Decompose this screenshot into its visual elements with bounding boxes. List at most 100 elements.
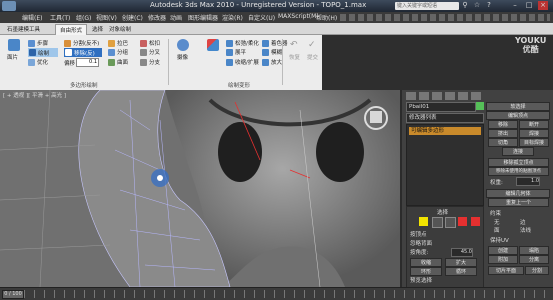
menu-group[interactable]: 组(G) <box>76 13 91 22</box>
selection-title[interactable]: 选择 <box>437 208 448 216</box>
tool-c2-label: 分组 <box>117 50 129 56</box>
weld-button[interactable]: 焊接 <box>519 129 549 138</box>
object-name-field[interactable]: Pbail01 <box>406 102 476 112</box>
tab-object-paint[interactable]: 对象绘制 <box>105 24 135 34</box>
remove-isolated-button[interactable]: 移除孤立顶点 <box>488 158 549 167</box>
extrude-button[interactable]: 挤出 <box>488 129 518 138</box>
brush-tool-button[interactable] <box>204 39 222 63</box>
tab-freeform[interactable]: 自由形式 <box>55 24 88 35</box>
grow-button[interactable]: 扩大 <box>445 258 477 267</box>
tool-draw[interactable]: 绘制 <box>28 48 58 57</box>
create-button[interactable]: 创建 <box>488 246 518 255</box>
menu-customize[interactable]: 自定义(U) <box>248 13 275 22</box>
watermark-line2: 优酷 <box>522 45 539 54</box>
draw-icon <box>29 49 36 56</box>
attach-button[interactable]: 附加 <box>488 255 518 264</box>
soft-selection-rollout[interactable]: 软选择 <box>486 102 550 111</box>
modifier-stack: 可编辑多边形 <box>406 124 484 206</box>
by-vertex-checkbox[interactable]: 按顶点 <box>410 230 427 238</box>
menu-help[interactable]: 帮助(H) <box>316 13 337 22</box>
constraint-normal[interactable]: 法线 <box>520 226 531 234</box>
menu-rendering[interactable]: 渲染(R) <box>222 13 243 22</box>
split-checkbox[interactable]: 分割 <box>525 266 549 275</box>
polygon-mode-icon[interactable] <box>458 217 467 226</box>
star-icon[interactable]: ☆ <box>472 1 482 10</box>
chamfer-button[interactable]: 切角 <box>488 138 518 147</box>
shrink-button[interactable]: 收缩 <box>410 258 442 267</box>
shift-tool-button[interactable]: 摄像 <box>174 39 192 63</box>
cmd-tabs <box>406 92 482 100</box>
polygon-icon <box>8 39 20 51</box>
constraint-none[interactable]: 无 <box>494 218 500 226</box>
menu-modifiers[interactable]: 修改器 <box>148 13 166 22</box>
amplify-icon <box>262 59 269 66</box>
polygon-draw-button[interactable]: 面片 <box>4 39 24 63</box>
constraint-edge[interactable]: 边 <box>520 218 526 226</box>
loop-button[interactable]: 循环 <box>445 267 477 276</box>
menu-maxscript[interactable]: MAXScript(M) <box>278 13 319 20</box>
slice-plane-button[interactable]: 切片平面 <box>488 266 524 275</box>
modifier-list-dropdown[interactable]: 修改器列表 <box>406 113 484 123</box>
preserve-uv-checkbox[interactable]: 保持UV <box>490 236 509 244</box>
object-color-swatch[interactable] <box>476 102 484 110</box>
detach-button[interactable]: 分离 <box>519 255 549 264</box>
menu-animation[interactable]: 动画 <box>170 13 182 22</box>
split-icon <box>64 40 71 47</box>
offset-label: 偏移 <box>64 61 76 67</box>
edit-geometry-rollout[interactable]: 编辑几何体 <box>486 189 550 198</box>
ignore-backface-checkbox[interactable]: 忽略背面 <box>410 239 432 247</box>
time-slider[interactable]: 0 / 100 <box>2 290 24 299</box>
collapse-button[interactable]: 塌陷 <box>519 246 549 255</box>
edit-vertices-rollout[interactable]: 编辑顶点 <box>486 111 550 120</box>
close-icon[interactable]: × <box>538 1 548 10</box>
weight-spinner[interactable]: 1.0 <box>516 177 540 186</box>
maximize-icon[interactable]: □ <box>524 1 534 10</box>
target-weld-button[interactable]: 目标焊接 <box>519 138 549 147</box>
tool-draw-label: 绘制 <box>38 51 50 57</box>
minimize-icon[interactable]: – <box>510 1 520 10</box>
stack-item-editable-poly[interactable]: 可编辑多边形 <box>409 127 481 135</box>
section-paint-deform-label: 绘制变形 <box>228 83 251 89</box>
menu-graph-editors[interactable]: 图形编辑器 <box>188 13 218 22</box>
brush-icon <box>207 39 219 51</box>
angle-spinner[interactable]: 45.0 <box>451 248 473 257</box>
app-logo-icon[interactable] <box>2 1 16 11</box>
menu-create[interactable]: 创建(C) <box>122 13 143 22</box>
tool-step-label: 步骤 <box>37 41 49 47</box>
ring-button[interactable]: 环形 <box>410 267 442 276</box>
border-mode-icon[interactable] <box>445 217 456 228</box>
remove-button[interactable]: 移除 <box>488 120 518 129</box>
selection-rollout: 选择 按顶点 忽略背面 按角度: 45.0 收缩 扩大 环形 循环 预览选择 <box>406 206 484 288</box>
edge-mode-icon[interactable] <box>432 217 443 228</box>
remove-icon <box>65 49 72 56</box>
timeline[interactable]: 0 / 100 <box>0 287 553 300</box>
by-angle-checkbox[interactable]: 按角度: <box>410 248 428 256</box>
shader-icon <box>262 40 269 47</box>
search-input[interactable]: 键入关键字或短语 <box>395 2 459 10</box>
flatten-icon <box>226 49 233 56</box>
ribbon-tabs: 石墨建模工具 自由形式 选择 对象绘制 <box>0 23 553 35</box>
menu-view[interactable]: 视图(V) <box>96 13 117 22</box>
connect-button[interactable]: 连接 <box>502 147 534 156</box>
tool-remove[interactable]: 移除(反) <box>64 48 102 57</box>
repeat-last-button[interactable]: 重复上一个 <box>488 198 549 207</box>
help-icon[interactable]: ? <box>484 1 494 10</box>
vertex-mode-icon[interactable] <box>419 217 428 226</box>
commit-icon: ✓ <box>308 40 316 50</box>
offset-spinner[interactable]: 0.1 <box>76 58 99 67</box>
remove-unused-button[interactable]: 移除未使用的贴图顶点 <box>488 167 549 176</box>
time-slider-frame: 0 / 100 <box>4 291 22 297</box>
menu-tools[interactable]: 工具(T) <box>50 13 70 22</box>
constraint-face[interactable]: 面 <box>494 226 500 234</box>
menu-edit[interactable]: 编辑(E) <box>22 13 42 22</box>
commit-button[interactable]: ✓ 提交 <box>306 40 320 64</box>
viewport-label[interactable]: [ + 透视 ][ 平滑 + 高光 ] <box>3 91 66 99</box>
revert-button[interactable]: ↶ 恢复 <box>288 40 302 64</box>
tab-graphite-tools[interactable]: 石墨建模工具 <box>3 24 44 34</box>
watermark: YOUKU 优酷 <box>515 36 546 54</box>
perspective-viewport[interactable]: [ + 透视 ][ 平滑 + 高光 ] <box>0 90 400 287</box>
break-button[interactable]: 断开 <box>519 120 549 129</box>
search-icon[interactable]: ⚲ <box>460 1 470 10</box>
element-mode-icon[interactable] <box>471 217 480 226</box>
tool-split-label: 分割(反不) <box>73 41 100 47</box>
